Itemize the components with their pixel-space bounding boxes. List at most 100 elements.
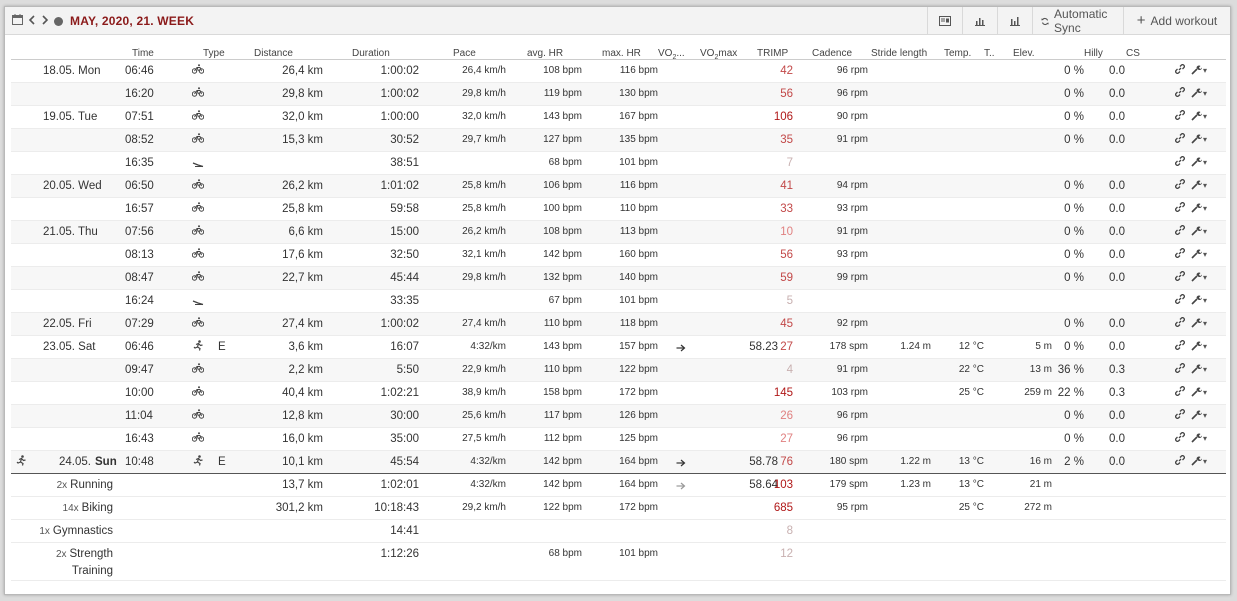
link-icon[interactable] [1175,87,1185,102]
chevron-down-icon[interactable]: ▾ [1203,112,1207,121]
link-icon[interactable] [1175,455,1185,470]
col-avg-hr[interactable]: avg. HR [527,48,563,59]
link-icon[interactable] [1175,110,1185,125]
col-trimp[interactable]: TRIMP [757,48,788,59]
wrench-icon[interactable]: ▾ [1191,294,1207,309]
wrench-icon[interactable]: ▾ [1191,202,1207,217]
link-icon[interactable] [1175,386,1185,401]
table-row[interactable]: 16:43 16,0 km 35:00 27,5 km/h 112 bpm 125 bpm… [11,428,1226,451]
link-icon[interactable] [1175,271,1185,286]
wrench-icon[interactable]: ▾ [1191,248,1207,263]
chevron-down-icon[interactable]: ▾ [1203,250,1207,259]
table-row[interactable]: 24.05. Sun 10:48 E 10,1 km 45:54 4:32/km 142 bp… [11,451,1226,474]
chevron-down-icon[interactable]: ▾ [1203,457,1207,466]
chevron-down-icon[interactable]: ▾ [1203,342,1207,351]
table-row[interactable]: 23.05. Sat 06:46 E 3,6 km 16:07 4:32/km 143 bp… [11,336,1226,359]
wrench-icon[interactable]: ▾ [1191,386,1207,401]
table-row[interactable]: 10:00 40,4 km 1:02:21 38,9 km/h 158 bpm 172 b… [11,382,1226,405]
chevron-down-icon[interactable]: ▾ [1203,411,1207,420]
link-icon[interactable] [1175,179,1185,194]
wrench-icon[interactable]: ▾ [1191,363,1207,378]
link-icon[interactable] [1175,248,1185,263]
col-t[interactable]: T.. [984,48,995,59]
chevron-down-icon[interactable]: ▾ [1203,388,1207,397]
table-row[interactable]: 08:13 17,6 km 32:50 32,1 km/h 142 bpm 160 bpm… [11,244,1226,267]
table-row[interactable]: 11:04 12,8 km 30:00 25,6 km/h 117 bpm 126 bpm… [11,405,1226,428]
link-icon[interactable] [1175,202,1185,217]
col-max-hr[interactable]: max. HR [602,48,641,59]
automatic-sync-button[interactable]: Automatic Sync [1032,7,1123,35]
wrench-icon[interactable]: ▾ [1191,409,1207,424]
table-row[interactable]: 16:24 33:35 67 bpm 101 bpm 5 ▾ [11,290,1226,313]
col-pace[interactable]: Pace [453,48,476,59]
chevron-left-icon[interactable] [28,14,36,28]
link-icon[interactable] [1175,156,1185,171]
wrench-icon[interactable]: ▾ [1191,156,1207,171]
chevron-down-icon[interactable]: ▾ [1203,181,1207,190]
link-icon[interactable] [1175,317,1185,332]
chart-button-1[interactable] [962,7,997,35]
chart-button-2[interactable] [997,7,1032,35]
chevron-down-icon[interactable]: ▾ [1203,296,1207,305]
wrench-icon[interactable]: ▾ [1191,317,1207,332]
chevron-down-icon[interactable]: ▾ [1203,273,1207,282]
current-week-dot-icon[interactable] [54,16,63,26]
wrench-icon[interactable]: ▾ [1191,110,1207,125]
chevron-down-icon[interactable]: ▾ [1203,204,1207,213]
wrench-icon[interactable]: ▾ [1191,64,1207,79]
link-icon[interactable] [1175,64,1185,79]
col-temp[interactable]: Temp. [944,48,971,59]
col-hilly[interactable]: Hilly [1084,48,1103,59]
wrench-icon[interactable]: ▾ [1191,87,1207,102]
table-row[interactable]: 08:47 22,7 km 45:44 29,8 km/h 132 bpm 140 bpm… [11,267,1226,290]
link-icon[interactable] [1175,294,1185,309]
chevron-down-icon[interactable]: ▾ [1203,158,1207,167]
link-icon[interactable] [1175,432,1185,447]
col-distance[interactable]: Distance [254,48,293,59]
add-workout-button[interactable]: + Add workout [1123,7,1230,35]
table-row[interactable]: 08:52 15,3 km 30:52 29,7 km/h 127 bpm 135 bpm… [11,129,1226,152]
wrench-icon[interactable]: ▾ [1191,225,1207,240]
col-elev[interactable]: Elev. [1013,48,1035,59]
col-cadence[interactable]: Cadence [812,48,852,59]
wrench-icon[interactable]: ▾ [1191,455,1207,470]
chevron-down-icon[interactable]: ▾ [1203,434,1207,443]
chevron-down-icon[interactable]: ▾ [1203,89,1207,98]
table-row[interactable]: 19.05. Tue 07:51 32,0 km 1:00:00 32,0 km/h 14… [11,106,1226,129]
col-time[interactable]: Time [132,48,154,59]
row-actions: ▾ [1175,409,1207,424]
chevron-down-icon[interactable]: ▾ [1203,66,1207,75]
col-stride[interactable]: Stride length [871,48,927,59]
col-duration[interactable]: Duration [352,48,390,59]
link-icon[interactable] [1175,409,1185,424]
wrench-icon[interactable]: ▾ [1191,179,1207,194]
chevron-down-icon[interactable]: ▾ [1203,319,1207,328]
row-trimp: 4 [786,364,793,376]
wrench-icon[interactable]: ▾ [1191,340,1207,355]
col-cs[interactable]: CS [1126,48,1140,59]
link-icon[interactable] [1175,363,1185,378]
view-list-button[interactable] [927,7,962,35]
table-row[interactable]: 09:47 2,2 km 5:50 22,9 km/h 110 bpm 122 bpm 4 9… [11,359,1226,382]
table-row[interactable]: 21.05. Thu 07:56 6,6 km 15:00 26,2 km/h 108 b… [11,221,1226,244]
link-icon[interactable] [1175,225,1185,240]
row-duration: 38:51 [390,157,419,169]
chevron-down-icon[interactable]: ▾ [1203,227,1207,236]
link-icon[interactable] [1175,340,1185,355]
bike-icon [191,248,205,262]
chevron-down-icon[interactable]: ▾ [1203,135,1207,144]
table-row[interactable]: 16:20 29,8 km 1:00:02 29,8 km/h 119 bpm 130 b… [11,83,1226,106]
chevron-right-icon[interactable] [41,14,49,28]
link-icon[interactable] [1175,133,1185,148]
wrench-icon[interactable]: ▾ [1191,133,1207,148]
table-row[interactable]: 16:57 25,8 km 59:58 25,8 km/h 100 bpm 110 bpm… [11,198,1226,221]
calendar-icon[interactable] [12,14,23,28]
table-row[interactable]: 18.05. Mon 06:46 26,4 km 1:00:02 26,4 km/h 10… [11,60,1226,83]
chevron-down-icon[interactable]: ▾ [1203,365,1207,374]
table-row[interactable]: 20.05. Wed 06:50 26,2 km 1:01:02 25,8 km/h 10… [11,175,1226,198]
table-row[interactable]: 16:35 38:51 68 bpm 101 bpm 7 ▾ [11,152,1226,175]
wrench-icon[interactable]: ▾ [1191,271,1207,286]
wrench-icon[interactable]: ▾ [1191,432,1207,447]
col-type[interactable]: Type [203,48,225,59]
table-row[interactable]: 22.05. Fri 07:29 27,4 km 1:00:02 27,4 km/h 11… [11,313,1226,336]
